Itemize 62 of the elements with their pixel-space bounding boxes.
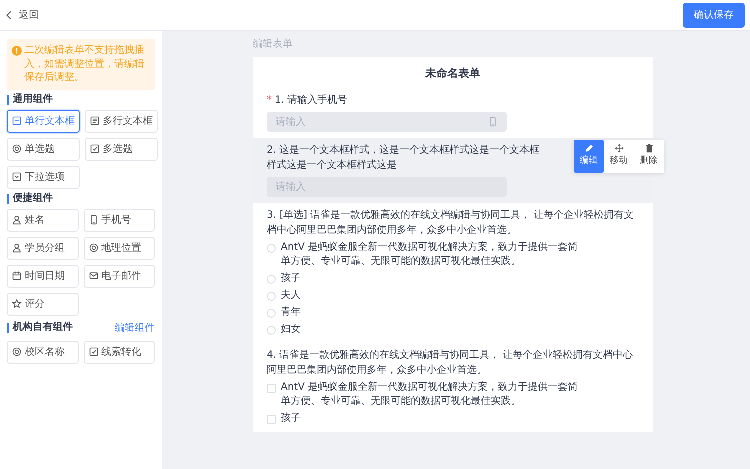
radio-icon	[12, 347, 22, 357]
input-field[interactable]: 请输入	[267, 177, 507, 197]
question-label: 2. 这是一个文本框样式，这是一个文本框样式这是一个文本框样式这是一个文本框样式这是	[267, 144, 541, 172]
component-item[interactable]: 地理位置	[84, 236, 155, 260]
option-label: AntV 是蚂蚁金服全新一代数据可视化解决方案，致力于提供一套简单方便、专业可靠、无限可能的数据可视化最佳实践。	[281, 241, 580, 269]
component-item[interactable]: 多行文本框	[85, 110, 158, 132]
back-button[interactable]: 返回	[5, 8, 39, 22]
input-field[interactable]: 请输入	[267, 112, 507, 132]
pencil-icon	[584, 144, 594, 153]
component-item[interactable]: 线索转化	[84, 340, 155, 364]
option-label: 夫人	[281, 289, 301, 303]
person-icon	[12, 215, 22, 225]
star-icon	[12, 299, 22, 309]
component-item[interactable]: 学员分组	[7, 236, 78, 260]
phone-icon	[488, 117, 498, 127]
option-label: 妇女	[281, 323, 301, 337]
component-item[interactable]: 单行文本框	[7, 110, 80, 132]
person-icon	[12, 243, 22, 253]
radio-icon	[88, 243, 98, 253]
component-item[interactable]: 电子邮件	[84, 264, 155, 288]
toolbar-button[interactable]: 移动	[604, 140, 634, 172]
option-label: 孩子	[281, 272, 301, 286]
component-item[interactable]: 姓名	[7, 208, 78, 232]
option-label: AntV 是蚂蚁金服全新一代数据可视化解决方案，致力于提供一套简单方便、专业可靠、无限可能的数据可视化最佳实践。	[281, 381, 580, 409]
phone-icon	[88, 215, 98, 225]
group-title: 通用组件	[7, 94, 53, 104]
back-icon	[5, 10, 14, 20]
option-label: 青年	[281, 306, 301, 320]
section-title: 编辑表单	[253, 38, 294, 52]
component-item[interactable]: 评分	[7, 292, 78, 316]
calendar-icon	[12, 271, 22, 281]
warning-notice: 二次编辑表单不支持拖拽插入，如需调整位置，请编辑保存后调整。	[7, 39, 155, 90]
edit-components-link[interactable]: 编辑组件	[115, 320, 155, 336]
radio-icon	[12, 144, 22, 154]
component-item[interactable]: 校区名称	[7, 340, 78, 364]
toolbar-button[interactable]: 编辑	[574, 140, 604, 172]
component-item[interactable]: 多选题	[85, 138, 158, 160]
question-label: 4. 语雀是一款优雅高效的在线文档编辑与协同工具， 让每个企业轻松拥有文档中心阿里巴巴集团内部使用多年，众多中小企业首选。	[267, 349, 634, 378]
form-title: 未命名表单	[424, 66, 482, 82]
toolbar-button[interactable]: 删除	[634, 140, 664, 172]
checkbox[interactable]	[267, 384, 276, 393]
text-field-icon	[12, 116, 22, 126]
checkbox[interactable]	[267, 415, 276, 424]
checkbox-icon	[90, 144, 100, 154]
text-area-icon	[90, 116, 100, 126]
component-item[interactable]: 时间日期	[7, 264, 78, 288]
checkbox-icon	[88, 347, 98, 357]
delete-icon	[644, 144, 654, 153]
group-title: 便捷组件	[7, 194, 53, 204]
component-item[interactable]: 下拉选项	[7, 166, 80, 188]
warning-icon	[12, 46, 22, 56]
question-label: * 1. 请输入手机号	[267, 94, 349, 108]
move-icon	[614, 144, 624, 153]
group-title: 机构自有组件	[7, 323, 73, 333]
option-label: 孩子	[281, 412, 301, 426]
save-button[interactable]: 确认保存	[683, 2, 745, 28]
component-item[interactable]: 手机号	[84, 208, 155, 232]
dropdown-icon	[12, 172, 22, 182]
radio-button[interactable]	[267, 244, 276, 253]
component-item[interactable]: 单选题	[7, 138, 80, 160]
mail-icon	[88, 271, 98, 281]
question-label: 3. [单选] 语雀是一款优雅高效的在线文档编辑与协同工具， 让每个企业轻松拥有文档中心阿里巴巴集团内部使用多年，众多中小企业首选。	[267, 209, 635, 238]
